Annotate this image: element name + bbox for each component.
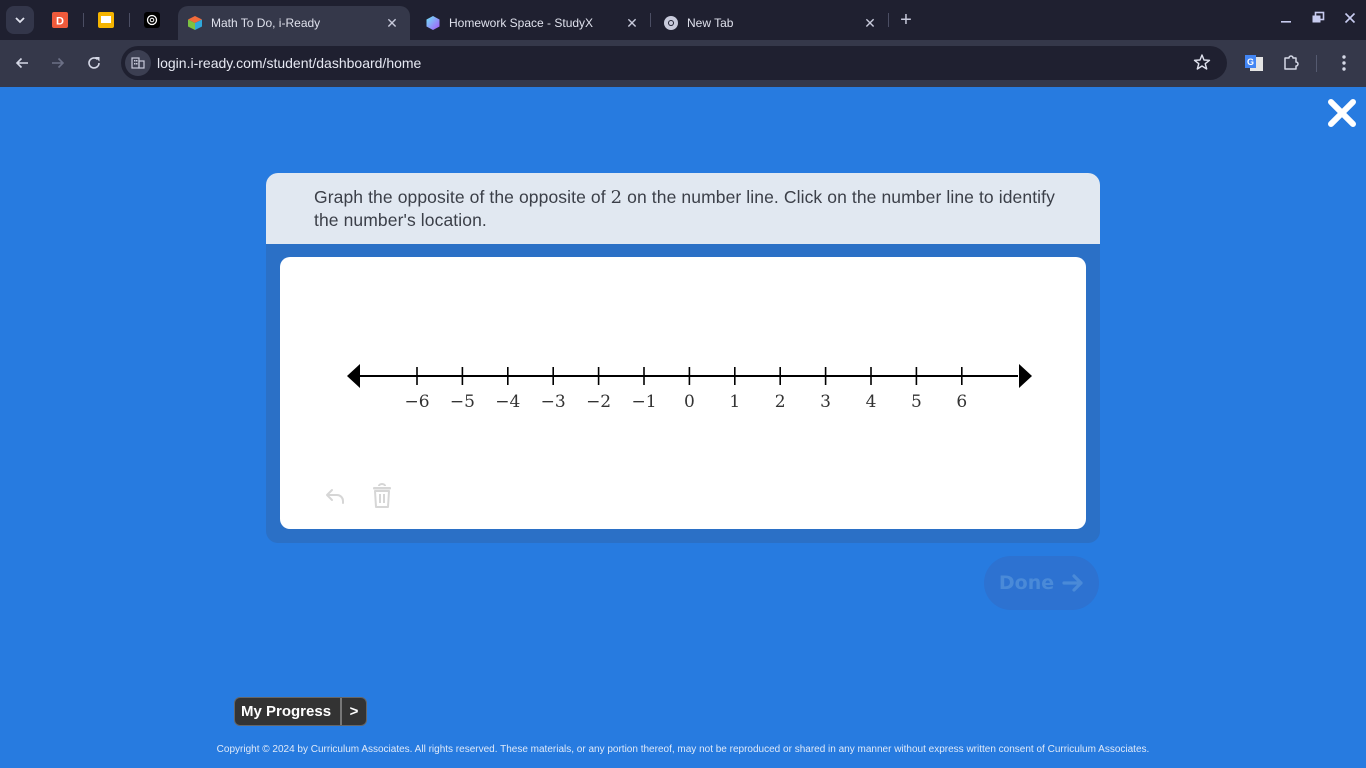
iready-lesson-page: Graph the opposite of the opposite of 2 … (0, 87, 1366, 768)
tab-separator (83, 13, 84, 27)
google-translate-extension[interactable]: G (1243, 52, 1265, 74)
close-lesson-button[interactable] (1326, 97, 1358, 129)
close-window-button[interactable] (1338, 8, 1362, 28)
chevron-down-icon (15, 17, 25, 24)
tab-new-tab[interactable]: New Tab ✕ (654, 6, 888, 40)
undo-icon (326, 489, 344, 504)
chrome-menu-button[interactable] (1333, 52, 1355, 74)
number-line-label: −5 (450, 392, 475, 412)
number-line-label: −2 (586, 392, 611, 412)
close-icon (1328, 99, 1356, 127)
number-line-right-arrow (1019, 364, 1032, 388)
minimize-icon (1281, 21, 1291, 23)
prompt-math-value: 2 (610, 187, 623, 208)
number-line[interactable]: −6 −5 −4 −3 −2 −1 0 1 2 3 4 5 6 (280, 257, 1086, 529)
svg-text:G: G (1247, 57, 1254, 67)
my-progress-expand[interactable]: > (342, 698, 366, 725)
star-icon (1193, 54, 1211, 70)
question-card: Graph the opposite of the opposite of 2 … (266, 173, 1100, 543)
close-tab-icon[interactable]: ✕ (862, 15, 878, 31)
bookmark-button[interactable] (1193, 53, 1213, 73)
reload-icon (88, 57, 100, 69)
arrow-right-icon (1062, 574, 1083, 592)
trash-icon (373, 483, 391, 508)
number-line-label: 1 (729, 392, 740, 412)
number-line-workspace: −6 −5 −4 −3 −2 −1 0 1 2 3 4 5 6 (280, 257, 1086, 529)
number-line-label: −4 (495, 392, 520, 412)
number-line-left-arrow (347, 364, 360, 388)
extensions-button[interactable] (1280, 52, 1302, 74)
copyright-notice: Copyright © 2024 by Curriculum Associate… (216, 744, 1150, 755)
studyx-cube-icon (426, 16, 440, 30)
google-translate-icon: G (1245, 55, 1263, 71)
number-line-label: −1 (631, 392, 656, 412)
openai-icon (144, 12, 160, 28)
d-red-icon: D (52, 12, 68, 28)
number-line-label: 6 (956, 392, 967, 412)
number-line-label: 2 (775, 392, 786, 412)
number-line-label: 3 (820, 392, 831, 412)
tab-separator (650, 13, 651, 27)
back-button[interactable] (11, 52, 33, 74)
arrow-right-icon (52, 57, 65, 69)
tab-search-button[interactable] (6, 6, 34, 34)
restore-icon (1312, 11, 1325, 23)
close-tab-icon[interactable]: ✕ (624, 15, 640, 31)
svg-text:D: D (56, 16, 64, 28)
close-tab-icon[interactable]: ✕ (384, 15, 400, 31)
toolbar-separator (1316, 55, 1317, 72)
arrow-left-icon (15, 57, 28, 69)
forward-button[interactable] (47, 52, 69, 74)
tab-studyx[interactable]: Homework Space - StudyX ✕ (416, 6, 650, 40)
done-button[interactable]: Done (984, 556, 1099, 610)
question-prompt: Graph the opposite of the opposite of 2 … (266, 173, 1100, 244)
slides-yellow-icon (98, 12, 114, 28)
tab-title: Math To Do, i-Ready (211, 16, 321, 30)
address-bar[interactable]: login.i-ready.com/student/dashboard/home (121, 46, 1227, 80)
pinned-tab-2[interactable] (96, 10, 116, 30)
kebab-menu-icon (1342, 55, 1346, 71)
tab-iready[interactable]: Math To Do, i-Ready ✕ (178, 6, 410, 40)
undo-button[interactable] (322, 483, 348, 509)
tab-separator (129, 13, 130, 27)
tab-separator (888, 13, 889, 27)
reload-button[interactable] (83, 52, 105, 74)
done-label: Done (998, 572, 1055, 594)
url-text[interactable]: login.i-ready.com/student/dashboard/home (157, 55, 421, 71)
number-line-label: 0 (684, 392, 695, 412)
number-line-label: −6 (404, 392, 429, 412)
delete-button[interactable] (369, 483, 395, 509)
close-icon (1344, 12, 1356, 24)
prompt-text-before: Graph the opposite of the opposite of (314, 187, 611, 207)
number-line-label: −3 (541, 392, 566, 412)
iready-cube-icon (188, 16, 202, 30)
my-progress-label[interactable]: My Progress (235, 698, 343, 725)
tab-title: Homework Space - StudyX (449, 16, 594, 30)
pinned-tab-3[interactable] (142, 10, 162, 30)
puzzle-icon (1284, 55, 1299, 70)
minimize-button[interactable] (1274, 8, 1298, 28)
tab-strip: D Math To Do, i-Ready ✕ Homework Space -… (0, 0, 1366, 40)
number-line-label: 5 (911, 392, 922, 412)
restore-button[interactable] (1306, 8, 1330, 28)
browser-toolbar: login.i-ready.com/student/dashboard/home… (0, 40, 1366, 87)
site-info-button[interactable] (125, 50, 151, 76)
site-info-icon (131, 57, 145, 69)
number-line-label: 4 (866, 392, 877, 412)
my-progress-button[interactable]: My Progress > (234, 697, 368, 726)
pinned-tab-1[interactable]: D (50, 10, 70, 30)
new-tab-button[interactable]: + (896, 9, 916, 31)
chrome-icon (664, 16, 678, 30)
tab-title: New Tab (687, 16, 734, 30)
